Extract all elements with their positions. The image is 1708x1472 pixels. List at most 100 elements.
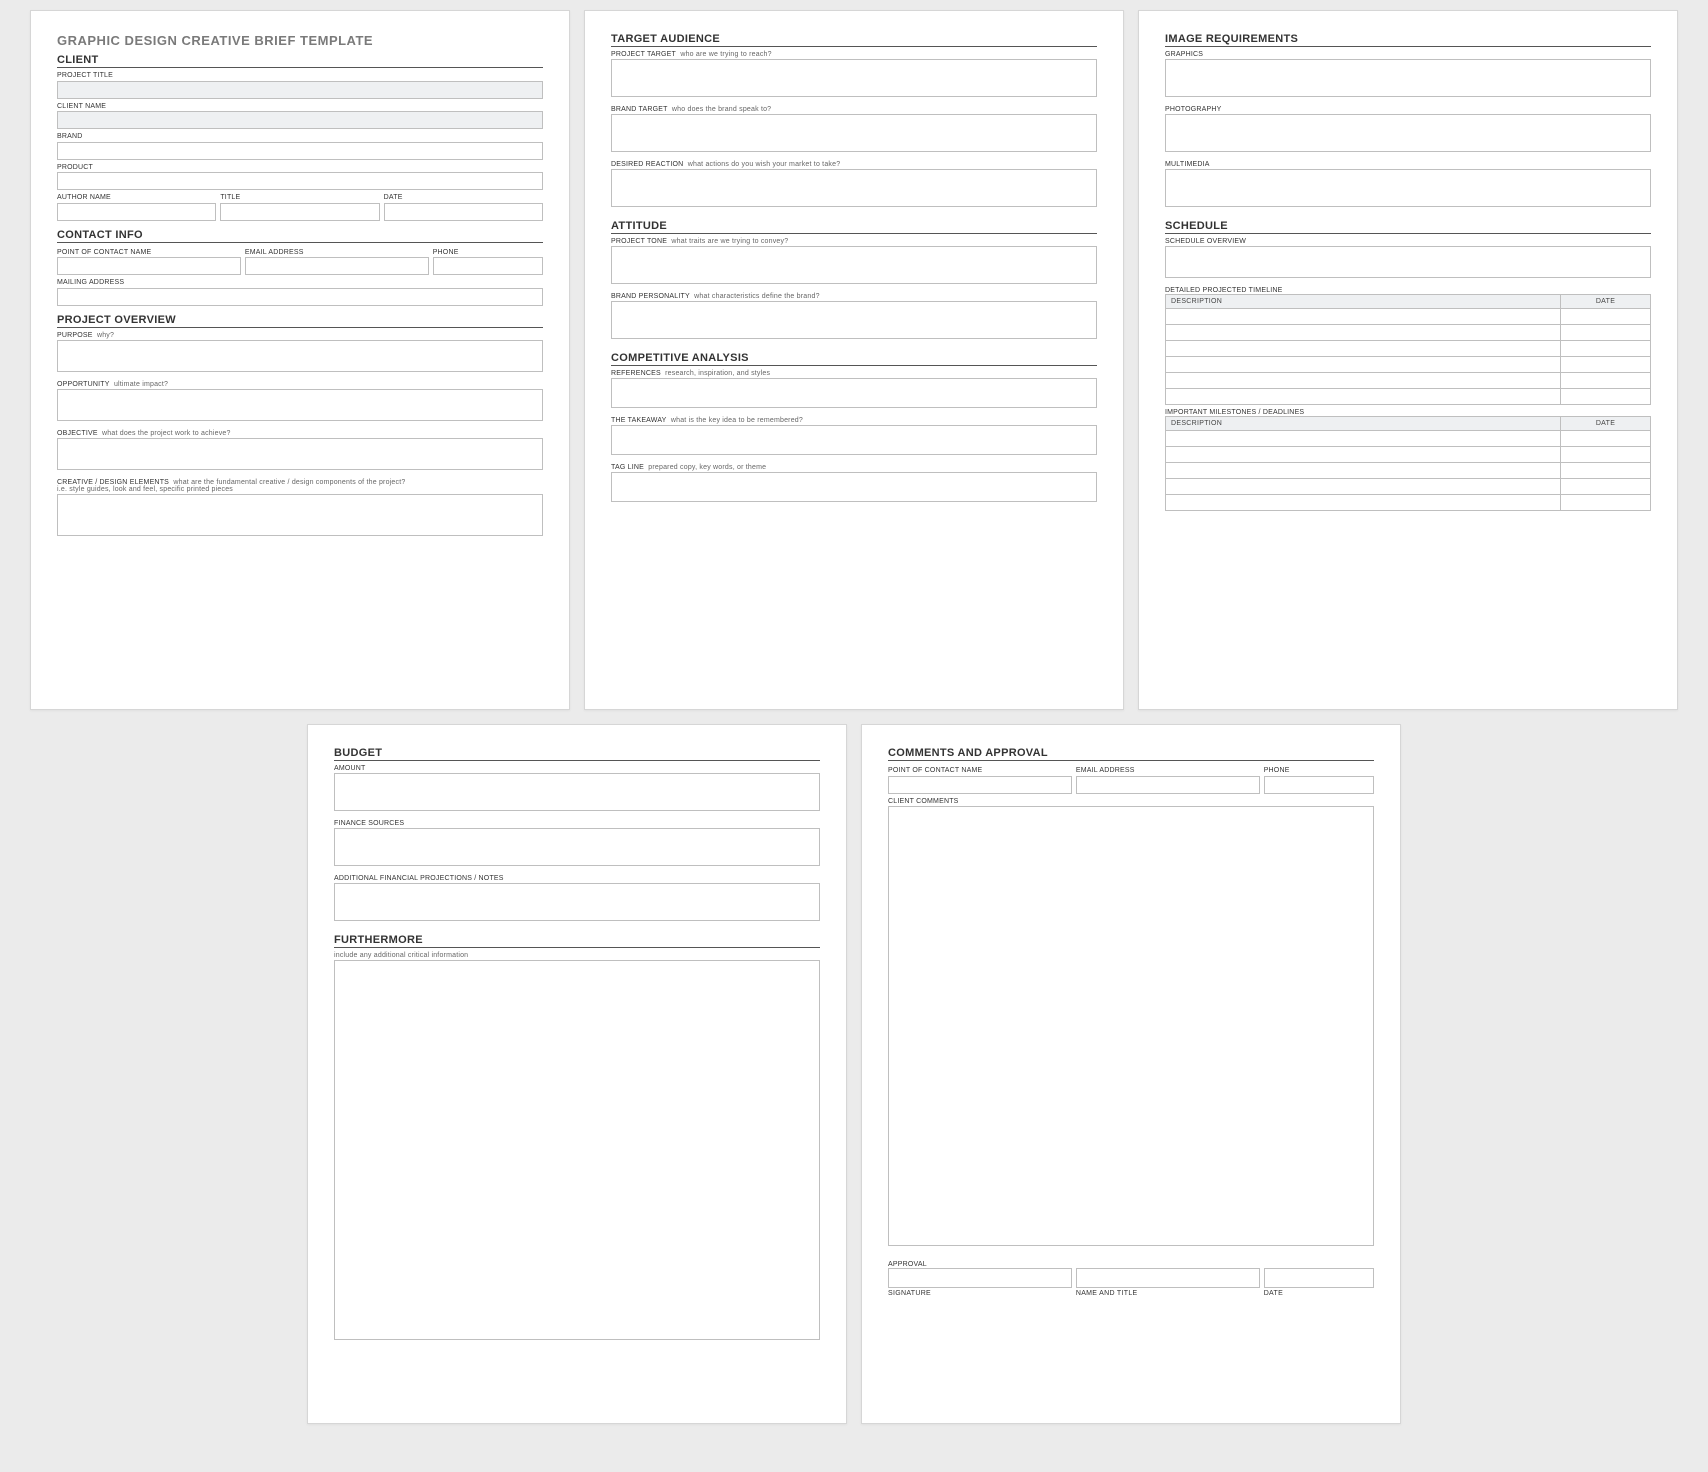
input-poc-2[interactable] <box>888 776 1072 794</box>
input-name-title[interactable] <box>1076 1268 1260 1288</box>
section-image-requirements: IMAGE REQUIREMENTS <box>1165 33 1651 47</box>
section-budget: BUDGET <box>334 747 820 761</box>
page-1: GRAPHIC DESIGN CREATIVE BRIEF TEMPLATE C… <box>30 10 570 710</box>
pages-container: GRAPHIC DESIGN CREATIVE BRIEF TEMPLATE C… <box>10 10 1698 1424</box>
label-signature: SIGNATURE <box>888 1290 1072 1297</box>
input-brand[interactable] <box>57 142 543 160</box>
input-author-name[interactable] <box>57 203 216 221</box>
table-row[interactable] <box>1166 389 1651 405</box>
input-phone-2[interactable] <box>1264 776 1374 794</box>
input-brand-personality[interactable] <box>611 301 1097 339</box>
label-amount: AMOUNT <box>334 765 820 772</box>
document-title: GRAPHIC DESIGN CREATIVE BRIEF TEMPLATE <box>57 33 543 48</box>
input-brand-target[interactable] <box>611 114 1097 152</box>
input-email[interactable] <box>245 257 429 275</box>
input-amount[interactable] <box>334 773 820 811</box>
input-project-title[interactable] <box>57 81 543 99</box>
table-row[interactable] <box>1166 373 1651 389</box>
input-client-comments[interactable] <box>888 806 1374 1246</box>
input-phone[interactable] <box>433 257 543 275</box>
input-project-target[interactable] <box>611 59 1097 97</box>
label-brand: BRAND <box>57 133 543 140</box>
table-milestones: DESCRIPTIONDATE <box>1165 416 1651 511</box>
label-references: REFERENCES research, inspiration, and st… <box>611 370 1097 377</box>
th-description: DESCRIPTION <box>1166 295 1561 309</box>
table-row[interactable] <box>1166 447 1651 463</box>
table-row[interactable] <box>1166 463 1651 479</box>
input-date[interactable] <box>384 203 543 221</box>
page-2: TARGET AUDIENCE PROJECT TARGET who are w… <box>584 10 1124 710</box>
table-row[interactable] <box>1166 357 1651 373</box>
label-email-2: EMAIL ADDRESS <box>1076 767 1260 774</box>
section-schedule: SCHEDULE <box>1165 220 1651 234</box>
section-attitude: ATTITUDE <box>611 220 1097 234</box>
section-client: CLIENT <box>57 54 543 68</box>
table-row[interactable] <box>1166 325 1651 341</box>
input-creative[interactable] <box>57 494 543 536</box>
input-poc[interactable] <box>57 257 241 275</box>
table-row[interactable] <box>1166 495 1651 511</box>
input-objective[interactable] <box>57 438 543 470</box>
input-tagline[interactable] <box>611 472 1097 502</box>
label-name-title: NAME AND TITLE <box>1076 1290 1260 1297</box>
label-email: EMAIL ADDRESS <box>245 249 429 256</box>
label-approval: APPROVAL <box>888 1261 1374 1268</box>
section-competitive-analysis: COMPETITIVE ANALYSIS <box>611 352 1097 366</box>
label-finance-sources: FINANCE SOURCES <box>334 820 820 827</box>
table-detailed-timeline: DESCRIPTIONDATE <box>1165 294 1651 405</box>
input-title[interactable] <box>220 203 379 221</box>
input-takeaway[interactable] <box>611 425 1097 455</box>
th-date: DATE <box>1561 417 1651 431</box>
section-furthermore: FURTHERMORE <box>334 934 820 948</box>
label-photography: PHOTOGRAPHY <box>1165 106 1651 113</box>
label-multimedia: MULTIMEDIA <box>1165 161 1651 168</box>
label-tagline: TAG LINE prepared copy, key words, or th… <box>611 464 1097 471</box>
label-title: TITLE <box>220 194 379 201</box>
label-product: PRODUCT <box>57 164 543 171</box>
input-client-name[interactable] <box>57 111 543 129</box>
input-opportunity[interactable] <box>57 389 543 421</box>
label-poc: POINT OF CONTACT NAME <box>57 249 241 256</box>
input-photography[interactable] <box>1165 114 1651 152</box>
label-client-comments: CLIENT COMMENTS <box>888 798 1374 805</box>
label-graphics: GRAPHICS <box>1165 51 1651 58</box>
section-target-audience: TARGET AUDIENCE <box>611 33 1097 47</box>
input-mailing[interactable] <box>57 288 543 306</box>
label-author-name: AUTHOR NAME <box>57 194 216 201</box>
label-brand-target: BRAND TARGET who does the brand speak to… <box>611 106 1097 113</box>
input-email-2[interactable] <box>1076 776 1260 794</box>
input-multimedia[interactable] <box>1165 169 1651 207</box>
label-project-tone: PROJECT TONE what traits are we trying t… <box>611 238 1097 245</box>
table-row[interactable] <box>1166 479 1651 495</box>
label-client-name: CLIENT NAME <box>57 103 543 110</box>
label-additional-financial: ADDITIONAL FINANCIAL PROJECTIONS / NOTES <box>334 875 820 882</box>
label-date: DATE <box>384 194 543 201</box>
label-desired-reaction: DESIRED REACTION what actions do you wis… <box>611 161 1097 168</box>
section-project-overview: PROJECT OVERVIEW <box>57 314 543 328</box>
input-signature[interactable] <box>888 1268 1072 1288</box>
page-4: BUDGET AMOUNT FINANCE SOURCES ADDITIONAL… <box>307 724 847 1424</box>
table-row[interactable] <box>1166 431 1651 447</box>
section-contact-info: CONTACT INFO <box>57 229 543 243</box>
table-row[interactable] <box>1166 341 1651 357</box>
label-takeaway: THE TAKEAWAY what is the key idea to be … <box>611 417 1097 424</box>
input-finance-sources[interactable] <box>334 828 820 866</box>
th-date: DATE <box>1561 295 1651 309</box>
input-product[interactable] <box>57 172 543 190</box>
table-row[interactable] <box>1166 309 1651 325</box>
input-references[interactable] <box>611 378 1097 408</box>
input-additional-financial[interactable] <box>334 883 820 921</box>
input-project-tone[interactable] <box>611 246 1097 284</box>
input-graphics[interactable] <box>1165 59 1651 97</box>
input-approval-date[interactable] <box>1264 1268 1374 1288</box>
section-comments-approval: COMMENTS AND APPROVAL <box>888 747 1374 761</box>
input-schedule-overview[interactable] <box>1165 246 1651 278</box>
input-purpose[interactable] <box>57 340 543 372</box>
label-creative: CREATIVE / DESIGN ELEMENTS what are the … <box>57 479 543 493</box>
label-project-title: PROJECT TITLE <box>57 72 543 79</box>
input-desired-reaction[interactable] <box>611 169 1097 207</box>
label-purpose: PURPOSE why? <box>57 332 543 339</box>
input-furthermore[interactable] <box>334 960 820 1340</box>
label-detailed-timeline: DETAILED PROJECTED TIMELINE <box>1165 287 1651 294</box>
label-opportunity: OPPORTUNITY ultimate impact? <box>57 381 543 388</box>
